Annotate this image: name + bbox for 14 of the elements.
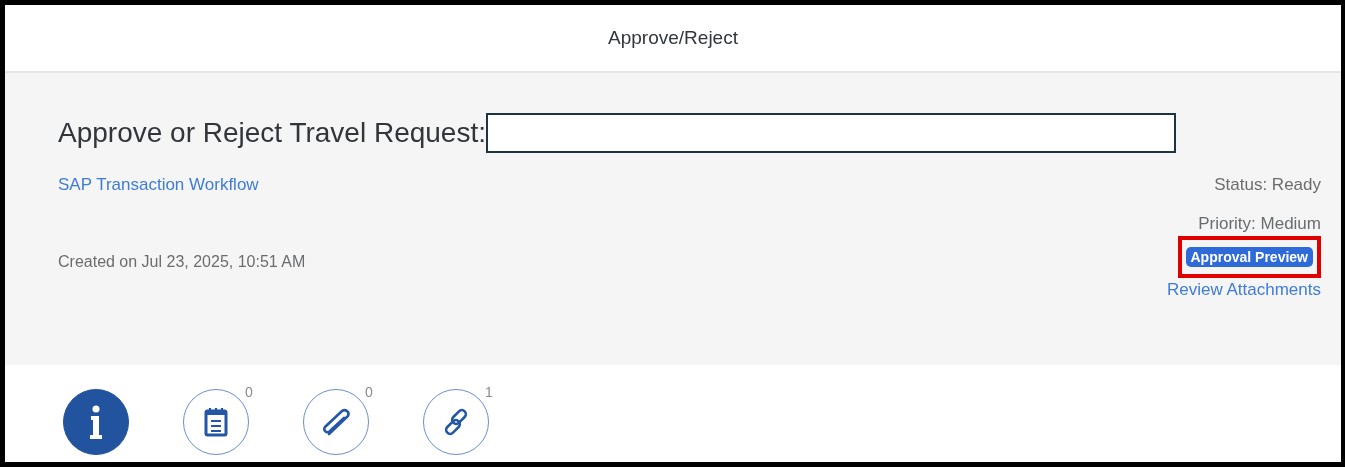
info-icon [90,405,102,439]
priority-text: Priority: Medium [1198,214,1321,234]
approval-preview-button[interactable]: Approval Preview [1185,247,1313,267]
review-attachments-link[interactable]: Review Attachments [1167,280,1321,300]
title-field[interactable] [486,113,1176,153]
created-date: Created on Jul 23, 2025, 10:51 AM [58,253,306,271]
status-text: Status: Ready [1214,175,1321,195]
workflow-link[interactable]: SAP Transaction Workflow [58,175,306,195]
tab-count: 1 [485,384,493,400]
notepad-icon [204,407,228,437]
tab-count: 0 [245,384,253,400]
page-title: Approve or Reject Travel Request: [58,117,486,149]
tab-count: 0 [365,384,373,400]
window-title: Approve/Reject [608,27,738,49]
